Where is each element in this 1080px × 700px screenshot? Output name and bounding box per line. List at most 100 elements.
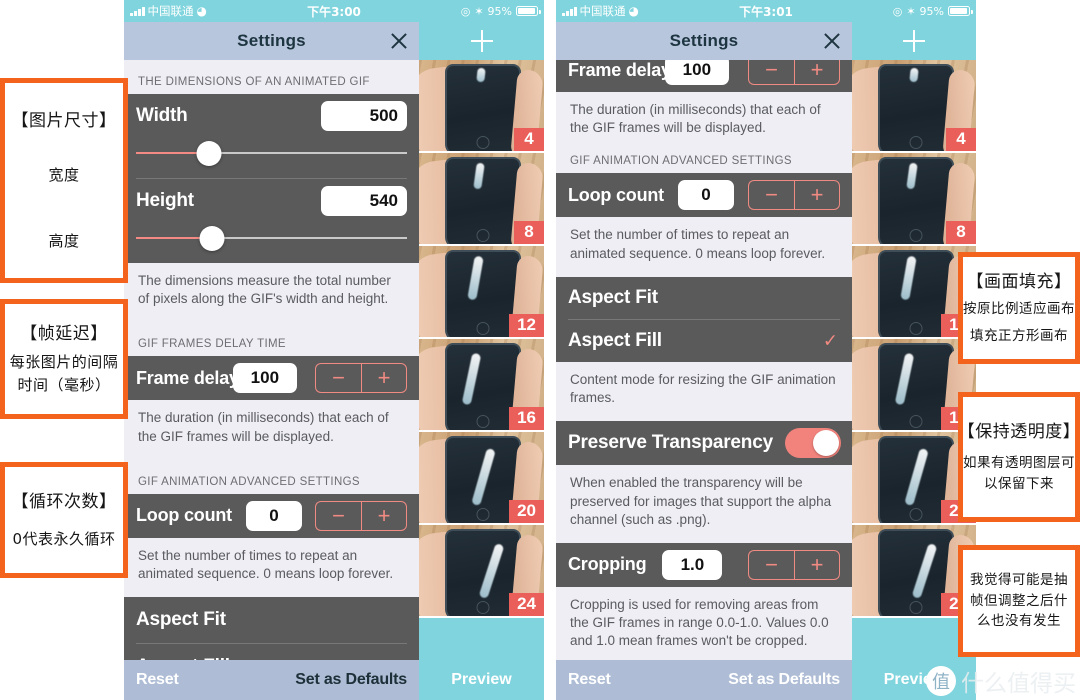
frame-delay-label: Frame delay: [136, 367, 239, 388]
thumbnail-item[interactable]: 24: [419, 525, 544, 618]
loop-count-label: Loop count: [568, 184, 664, 205]
plus-icon[interactable]: [903, 30, 925, 52]
frame-index-badge: 24: [509, 593, 544, 616]
thumbnail-item[interactable]: 12: [419, 246, 544, 339]
aspect-fit-label: Aspect Fit: [136, 609, 226, 631]
loop-count-description: Set the number of times to repeat an ani…: [570, 227, 826, 261]
preserve-transparency-card: Preserve Transparency: [556, 421, 852, 466]
annotation-line: 么也没有发生: [977, 613, 1061, 630]
loop-count-stepper[interactable]: − +: [315, 500, 407, 531]
left-settings-scroller[interactable]: THE DIMENSIONS OF AN ANIMATED GIF Width …: [124, 60, 419, 691]
page-title: Settings: [669, 31, 739, 50]
aspect-fit-row[interactable]: Aspect Fit: [556, 277, 852, 319]
cropping-value[interactable]: 1.0: [662, 549, 723, 580]
left-settings-panel: THE DIMENSIONS OF AN ANIMATED GIF Width …: [124, 22, 419, 700]
cropping-plus-button[interactable]: +: [794, 549, 840, 580]
frame-delay-description: The duration (in milliseconds) that each…: [570, 102, 821, 136]
aspect-fill-row[interactable]: Aspect Fill ✓: [556, 320, 852, 362]
annotation-title: 【图片尺寸】: [11, 111, 117, 132]
annotation-frame-delay: 【帧延迟】 每张图片的间隔 时间（毫秒）: [0, 299, 128, 419]
height-slider-row[interactable]: [124, 223, 419, 263]
height-slider[interactable]: [136, 225, 407, 251]
loop-count-minus-button[interactable]: −: [748, 180, 794, 211]
left-preview-button[interactable]: Preview: [419, 660, 544, 700]
annotation-title: 【画面填充】: [966, 271, 1072, 292]
annotation-title: 【保持透明度】: [957, 421, 1080, 442]
frame-delay-label: Frame delay: [568, 59, 671, 80]
thumbnail-item[interactable]: 4: [419, 60, 544, 153]
cropping-description: Cropping is used for removing areas from…: [570, 596, 829, 649]
frame-delay-plus-button[interactable]: +: [361, 363, 407, 394]
thumbnail-item[interactable]: 8: [852, 153, 976, 246]
preserve-transparency-description: When enabled the transparency will be pr…: [570, 475, 832, 527]
check-icon: ✓: [822, 330, 838, 351]
loop-count-card: Loop count 0 − +: [124, 493, 419, 538]
right-nav-bar: Settings: [556, 22, 852, 60]
frame-index-badge: 20: [509, 500, 544, 523]
left-frame-rail[interactable]: 4 8 12 16 20 24 Preview: [419, 22, 544, 700]
preserve-transparency-row[interactable]: Preserve Transparency: [556, 421, 852, 465]
annotation-line: 我觉得可能是抽: [970, 571, 1068, 588]
annotation-line: 按原比例适应画布: [963, 301, 1075, 318]
frame-delay-card: Frame delay 100 − +: [124, 356, 419, 401]
width-row[interactable]: Width 500: [124, 94, 419, 138]
cropping-stepper[interactable]: − +: [748, 549, 840, 580]
thumb-list[interactable]: 4 8: [419, 60, 544, 618]
loop-count-row[interactable]: Loop count 0 − +: [556, 173, 852, 217]
height-value[interactable]: 540: [321, 186, 407, 216]
right-status-bar: 中国联通 ◕ 下午3:01 ◎ ✶ 95%: [556, 0, 976, 22]
loop-count-description: Set the number of times to repeat an ani…: [138, 547, 394, 582]
loop-count-minus-button[interactable]: −: [315, 500, 361, 531]
frame-index-badge: 4: [946, 128, 976, 151]
loop-count-value[interactable]: 0: [677, 180, 734, 211]
section-header-advanced: GIF ANIMATION ADVANCED SETTINGS: [570, 155, 792, 168]
annotation-image-size: 【图片尺寸】 宽度 高度: [0, 78, 128, 283]
loop-count-label: Loop count: [136, 505, 232, 526]
close-icon[interactable]: [822, 31, 842, 51]
battery-icon: [948, 6, 973, 16]
loop-count-plus-button[interactable]: +: [361, 500, 407, 531]
preserve-transparency-label: Preserve Transparency: [568, 432, 773, 454]
cropping-row[interactable]: Cropping 1.0 − +: [556, 543, 852, 587]
width-value[interactable]: 500: [321, 101, 407, 131]
set-as-defaults-button[interactable]: Set as Defaults: [295, 671, 407, 689]
watermark-logo: 值: [926, 666, 956, 696]
thumbnail-item[interactable]: 20: [419, 432, 544, 525]
frame-delay-value[interactable]: 100: [232, 363, 297, 394]
page-title: Settings: [237, 31, 306, 50]
left-nav-bar: Settings: [124, 22, 419, 60]
rail-top: [419, 22, 544, 60]
cropping-card: Cropping 1.0 − +: [556, 542, 852, 587]
width-slider[interactable]: [136, 140, 407, 166]
thumbnail-item[interactable]: 16: [419, 339, 544, 432]
height-slider-thumb[interactable]: [199, 226, 225, 251]
loop-count-row[interactable]: Loop count 0 − +: [124, 494, 419, 538]
right-settings-scroller[interactable]: Frame delay 100 − + The duration (in mil…: [556, 48, 852, 665]
left-footer-bar: Reset Set as Defaults: [124, 660, 419, 700]
loop-count-plus-button[interactable]: +: [794, 180, 840, 211]
frame-delay-minus-button[interactable]: −: [315, 363, 361, 394]
annotation-preserve-transparency: 【保持透明度】 如果有透明图层可 以保留下来: [958, 392, 1080, 522]
preserve-transparency-toggle[interactable]: [785, 428, 841, 459]
width-slider-thumb[interactable]: [196, 141, 222, 166]
dimensions-description: The dimensions measure the total number …: [138, 273, 391, 307]
cropping-minus-button[interactable]: −: [748, 549, 794, 580]
frame-delay-stepper[interactable]: − +: [315, 363, 407, 394]
reset-button[interactable]: Reset: [136, 671, 179, 689]
section-header-dimensions: THE DIMENSIONS OF AN ANIMATED GIF: [138, 76, 370, 88]
thumbnail-item[interactable]: 8: [419, 153, 544, 246]
height-row[interactable]: Height 540: [124, 179, 419, 223]
left-phone-screen: 中国联通 ◕ 下午3:00 ◎ ✶ 95% THE DIMENSIONS OF …: [124, 0, 544, 700]
width-slider-row[interactable]: [124, 138, 419, 178]
site-watermark: 值 什么值得买: [926, 664, 1076, 698]
set-as-defaults-button[interactable]: Set as Defaults: [728, 671, 840, 689]
plus-icon[interactable]: [470, 30, 493, 52]
aspect-fit-row[interactable]: Aspect Fit: [124, 597, 419, 643]
reset-button[interactable]: Reset: [568, 671, 611, 689]
frame-delay-row[interactable]: Frame delay 100 − +: [124, 356, 419, 400]
loop-count-stepper[interactable]: − +: [748, 180, 840, 211]
loop-count-card: Loop count 0 − +: [556, 173, 852, 218]
loop-count-value[interactable]: 0: [245, 500, 302, 531]
close-icon[interactable]: [389, 31, 409, 51]
thumbnail-item[interactable]: 4: [852, 60, 976, 153]
